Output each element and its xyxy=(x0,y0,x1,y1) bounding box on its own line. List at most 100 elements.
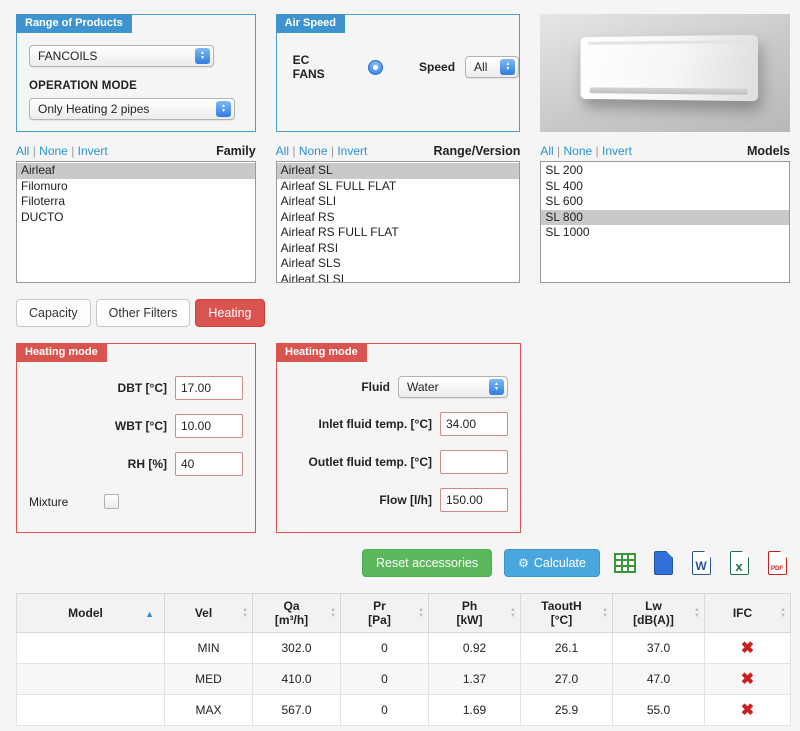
col-pr[interactable]: Pr [Pa] xyxy=(340,593,429,633)
excel-export-button[interactable] xyxy=(726,550,752,576)
range-version-item[interactable]: Airleaf SLS xyxy=(277,256,520,272)
family-item[interactable]: Filoterra xyxy=(17,194,255,210)
link-separator: | xyxy=(71,144,75,158)
tab-other-filters[interactable]: Other Filters xyxy=(95,299,191,327)
wbt-input[interactable] xyxy=(175,414,243,438)
calculate-label: Calculate xyxy=(533,556,586,570)
table-row[interactable]: MED 410.0 0 1.37 27.0 47.0 ✖ xyxy=(16,663,791,695)
tab-heating[interactable]: Heating xyxy=(195,299,265,327)
flow-input[interactable] xyxy=(440,488,508,512)
model-item[interactable]: SL 1000 xyxy=(541,225,789,241)
models-links: All | None | Invert xyxy=(540,144,632,158)
family-invert-link[interactable]: Invert xyxy=(78,144,108,158)
range-version-listbox[interactable]: Airleaf SL Airleaf SL FULL FLAT Airleaf … xyxy=(275,161,521,283)
table-row[interactable]: MAX 567.0 0 1.69 25.9 55.0 ✖ xyxy=(16,694,791,726)
models-listbox[interactable]: SL 200 SL 400 SL 600 SL 800 SL 1000 xyxy=(540,161,790,283)
copy-export-button[interactable] xyxy=(650,550,676,576)
cell-ph: 1.69 xyxy=(428,694,521,726)
family-item[interactable]: Filomuro xyxy=(17,179,255,195)
ifc-reject-icon[interactable]: ✖ xyxy=(704,694,791,726)
cell-vel: MED xyxy=(164,663,253,695)
cell-ph: 0.92 xyxy=(428,632,521,664)
dbt-label: DBT [°C] xyxy=(117,381,167,395)
cell-qa: 302.0 xyxy=(252,632,341,664)
link-separator: | xyxy=(292,144,296,158)
cell-lw: 47.0 xyxy=(612,663,705,695)
sort-icon xyxy=(330,607,336,619)
range-version-item[interactable]: Airleaf SL FULL FLAT xyxy=(277,179,520,195)
col-lw[interactable]: Lw [dB(A)] xyxy=(612,593,705,633)
dbt-input[interactable] xyxy=(175,376,243,400)
col-qa[interactable]: Qa [m³/h] xyxy=(252,593,341,633)
cell-vel: MIN xyxy=(164,632,253,664)
cell-pr: 0 xyxy=(340,694,429,726)
cell-vel: MAX xyxy=(164,694,253,726)
fluid-select[interactable]: Water xyxy=(398,376,508,398)
product-range-select[interactable]: FANCOILS xyxy=(29,45,214,67)
cell-qa: 410.0 xyxy=(252,663,341,695)
table-export-button[interactable] xyxy=(612,550,638,576)
cell-taouth: 25.9 xyxy=(520,694,613,726)
col-vel[interactable]: Vel xyxy=(164,593,253,633)
speed-select[interactable]: All xyxy=(465,56,520,78)
family-item[interactable]: DUCTO xyxy=(17,210,255,226)
link-separator: | xyxy=(32,144,36,158)
range-version-item[interactable]: Airleaf RSI xyxy=(277,241,520,257)
family-links: All | None | Invert xyxy=(16,144,108,158)
tab-capacity[interactable]: Capacity xyxy=(16,299,91,327)
word-export-button[interactable] xyxy=(688,550,714,576)
ifc-reject-icon[interactable]: ✖ xyxy=(704,663,791,695)
family-item[interactable]: Airleaf xyxy=(17,163,255,179)
family-none-link[interactable]: None xyxy=(39,144,68,158)
rh-input[interactable] xyxy=(175,452,243,476)
col-ifc[interactable]: IFC xyxy=(704,593,791,633)
model-item[interactable]: SL 800 xyxy=(541,209,789,225)
model-item[interactable]: SL 400 xyxy=(541,179,789,195)
range-invert-link[interactable]: Invert xyxy=(337,144,367,158)
range-version-item[interactable]: Airleaf SLI xyxy=(277,194,520,210)
family-header: All | None | Invert Family xyxy=(16,144,256,158)
range-none-link[interactable]: None xyxy=(299,144,328,158)
cell-model xyxy=(16,663,165,695)
inlet-temp-input[interactable] xyxy=(440,412,508,436)
range-all-link[interactable]: All xyxy=(276,144,289,158)
ec-fans-radio[interactable] xyxy=(368,59,384,75)
range-version-item[interactable]: Airleaf SLSI xyxy=(277,272,520,283)
col-ph[interactable]: Ph [kW] xyxy=(428,593,521,633)
air-speed-panel: Air Speed EC FANS Speed All xyxy=(275,14,521,132)
cell-lw: 37.0 xyxy=(612,632,705,664)
range-of-products-panel: Range of Products FANCOILS OPERATION MOD… xyxy=(16,14,256,132)
reset-accessories-button[interactable]: Reset accessories xyxy=(361,549,493,577)
models-all-link[interactable]: All xyxy=(540,144,553,158)
family-all-link[interactable]: All xyxy=(16,144,29,158)
calculate-button[interactable]: ⚙ Calculate xyxy=(504,549,600,577)
heating-mode-air-title: Heating mode xyxy=(16,343,107,362)
inlet-temp-row: Inlet fluid temp. [°C] xyxy=(277,412,508,436)
cell-pr: 0 xyxy=(340,663,429,695)
range-version-item[interactable]: Airleaf SL xyxy=(276,163,520,179)
mixture-row: Mixture xyxy=(29,494,255,509)
model-item[interactable]: SL 200 xyxy=(541,163,789,179)
outlet-temp-input[interactable] xyxy=(440,450,508,474)
air-speed-title: Air Speed xyxy=(275,14,346,33)
col-model[interactable]: Model xyxy=(16,593,165,633)
range-version-item[interactable]: Airleaf RS xyxy=(277,210,520,226)
excel-export-icon xyxy=(729,551,749,575)
table-row[interactable]: MIN 302.0 0 0.92 26.1 37.0 ✖ xyxy=(16,632,791,664)
family-listbox[interactable]: Airleaf Filomuro Filoterra DUCTO xyxy=(16,161,256,283)
models-invert-link[interactable]: Invert xyxy=(602,144,632,158)
operation-mode-select[interactable]: Only Heating 2 pipes xyxy=(29,98,235,120)
ifc-reject-icon[interactable]: ✖ xyxy=(704,632,791,664)
range-version-item[interactable]: Airleaf RS FULL FLAT xyxy=(277,225,520,241)
gear-icon: ⚙ xyxy=(518,556,529,570)
pdf-export-button[interactable] xyxy=(764,550,790,576)
model-item[interactable]: SL 600 xyxy=(541,194,789,210)
models-title: Models xyxy=(746,144,790,158)
range-version-header: All | None | Invert Range/Version xyxy=(276,144,521,158)
sort-icon xyxy=(242,607,248,619)
mixture-checkbox[interactable] xyxy=(104,494,120,509)
family-title: Family xyxy=(216,144,256,158)
col-taouth[interactable]: TaoutH [°C] xyxy=(520,593,613,633)
fluid-value: Water xyxy=(407,380,439,394)
models-none-link[interactable]: None xyxy=(564,144,593,158)
